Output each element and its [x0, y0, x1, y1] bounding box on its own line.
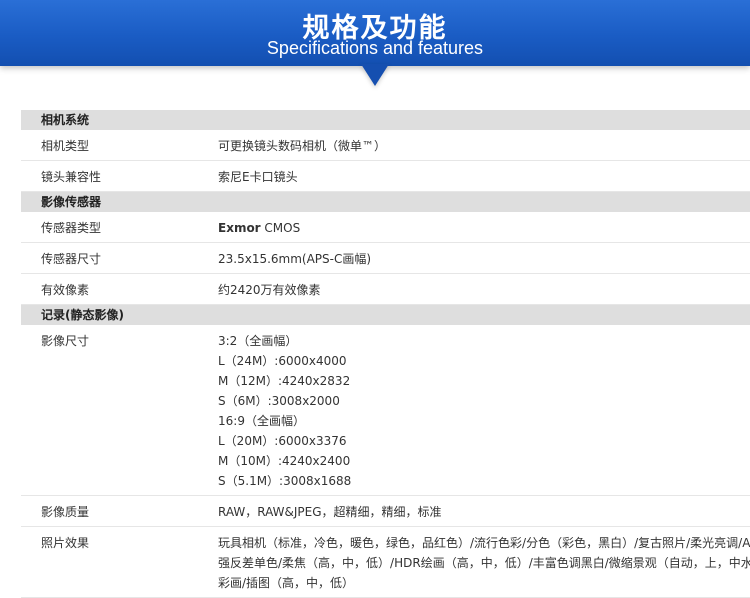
spec-value: Exmor CMOS — [218, 221, 301, 235]
spec-row: 镜头兼容性 索尼E卡口镜头 — [21, 161, 750, 192]
spec-row: 相机类型 可更换镜头数码相机（微单™） — [21, 130, 750, 161]
spec-row: 影像尺寸 3:2（全画幅） L（24M）:6000x4000 M（12M）:42… — [21, 325, 750, 496]
spec-label: 影像尺寸 — [41, 334, 90, 348]
spec-row: 影像质量 RAW，RAW&JPEG，超精细，精细，标准 — [21, 496, 750, 527]
brand-name: Exmor — [218, 221, 261, 235]
spec-label: 照片效果 — [41, 536, 90, 550]
section-heading: 相机系统 — [21, 110, 750, 130]
page-subtitle: Specifications and features — [266, 38, 484, 58]
spec-label: 传感器类型 — [41, 221, 102, 235]
header-banner: 规格及功能 Specifications and features — [0, 0, 750, 66]
spec-value: 3:2（全画幅） L（24M）:6000x4000 M（12M）:4240x28… — [218, 334, 352, 488]
section-heading: 影像传感器 — [21, 192, 750, 212]
spec-row: 传感器类型 Exmor CMOS — [21, 212, 750, 243]
spec-value: 23.5x15.6mm(APS-C画幅) — [218, 252, 372, 266]
spec-label: 有效像素 — [41, 283, 90, 297]
spec-label: 相机类型 — [41, 139, 90, 153]
spec-value: 玩具相机（标准，冷色，暖色，绿色，品红色）/流行色彩/分色（彩色，黑白）/复古照… — [218, 536, 750, 590]
spec-value: 可更换镜头数码相机（微单™） — [218, 139, 387, 153]
spec-row: 有效像素 约2420万有效像素 — [21, 274, 750, 305]
spec-table: 相机系统 相机类型 可更换镜头数码相机（微单™） 镜头兼容性 索尼E卡口镜头 影… — [21, 110, 750, 598]
section-heading: 记录(静态影像) — [21, 305, 750, 325]
spec-label: 影像质量 — [41, 505, 90, 519]
spec-value: 约2420万有效像素 — [218, 283, 321, 297]
spec-value: 索尼E卡口镜头 — [218, 170, 298, 184]
spec-label: 传感器尺寸 — [41, 252, 102, 266]
banner-arrow-icon — [361, 64, 389, 86]
spec-value: RAW，RAW&JPEG，超精细，精细，标准 — [218, 505, 442, 519]
spec-row: 传感器尺寸 23.5x15.6mm(APS-C画幅) — [21, 243, 750, 274]
spec-label: 镜头兼容性 — [41, 170, 102, 184]
spec-row: 照片效果 玩具相机（标准，冷色，暖色，绿色，品红色）/流行色彩/分色（彩色，黑白… — [21, 527, 750, 598]
